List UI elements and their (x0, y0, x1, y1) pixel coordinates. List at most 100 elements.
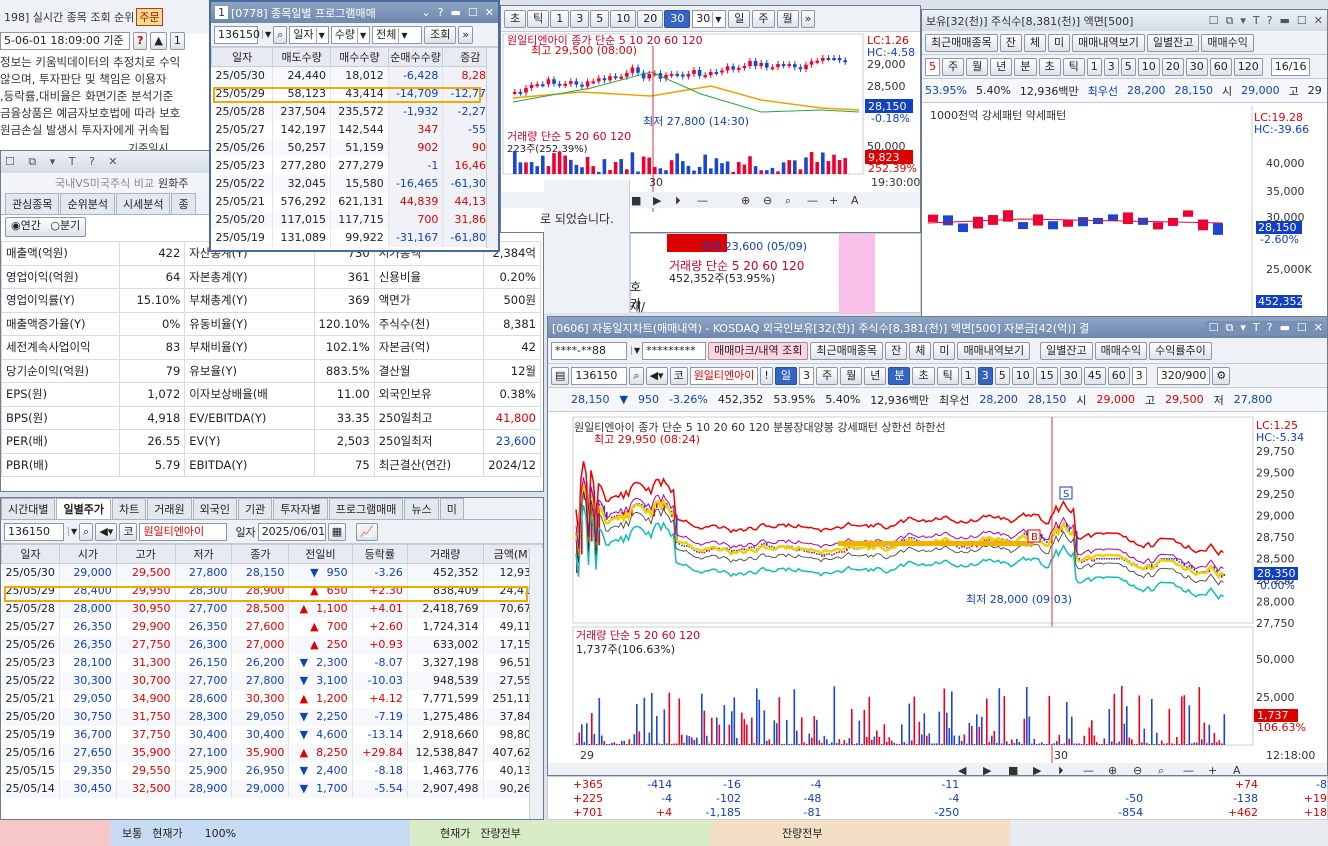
column-header[interactable]: 거래량 (406, 544, 484, 564)
auto-chart-titlebar[interactable]: [0606] 자동일지차트(매매내역) - KOSDAQ 외국인보유[32(천)… (548, 317, 1327, 338)
week-button[interactable]: 주 (752, 9, 775, 28)
table-row[interactable]: 25/05/26 50,257 51,159 902 903 (211, 138, 498, 157)
window-icons[interactable]: ☐ ⧉ ▾ T ? ✕ (5, 155, 123, 169)
tab-price-analysis[interactable]: 시세분석 (115, 193, 171, 214)
column-header[interactable]: 전일비 (288, 544, 353, 564)
num-btn-3[interactable]: 10 (1011, 366, 1034, 385)
interval-button-0[interactable]: 초 (504, 9, 527, 28)
stock-code-input[interactable]: 136150 (571, 366, 628, 385)
speaker-icon[interactable]: ◀▾ (95, 522, 118, 541)
auto-btn-4[interactable]: 미 (933, 341, 956, 360)
search-icon[interactable]: ⌕ (273, 25, 288, 44)
period-radio-group[interactable]: ◉연간 ○분기 (5, 217, 87, 237)
table-row[interactable]: 25/05/30 29,000 29,500 27,800 28,150 ▼ 950 -3.2… (1, 563, 543, 582)
num-btn-1[interactable]: 3 (977, 366, 993, 385)
auto-btn-1[interactable]: 최근매매종목 (810, 341, 884, 360)
program-scrollbar[interactable] (486, 48, 498, 248)
radio-annual-icon[interactable]: ◉ (11, 219, 21, 232)
day-button[interactable]: 일 (774, 366, 797, 385)
nav-icon[interactable]: — (1083, 764, 1094, 776)
table-row[interactable]: 25/05/21 576,292 621,131 44,839 44,139 (211, 192, 498, 211)
nav-icon[interactable]: A (851, 194, 859, 207)
period-btn-4[interactable]: 초 (1038, 57, 1061, 76)
num-btn-5[interactable]: 30 (1059, 366, 1082, 385)
password-input[interactable]: ********* (642, 341, 707, 360)
table-row[interactable]: 25/05/14 30,450 32,500 28,900 29,000 ▼ 1,700 -5… (1, 779, 543, 798)
tab-daily-6[interactable]: 투자자별 (273, 498, 328, 519)
table-row[interactable]: 25/05/30 24,440 18,012 -6,428 8,281 (211, 66, 498, 85)
auto-btn-2[interactable]: 잔 (885, 341, 908, 360)
column-header[interactable]: 매도수량 (272, 47, 332, 67)
scope-select[interactable]: 전체 ▼ (372, 25, 423, 44)
table-row[interactable]: 25/05/23 277,280 277,279 -1 16,464 (211, 156, 498, 175)
tab-daily-0[interactable]: 시간대별 (1, 498, 56, 519)
scroll-icon[interactable]: 1 (169, 32, 185, 50)
nav-icon[interactable]: ◀ (958, 764, 967, 776)
chart-icon[interactable]: 📈 (356, 522, 378, 541)
num-btn-5[interactable]: 30 (1185, 57, 1208, 76)
tab-daily-3[interactable]: 거래원 (147, 498, 192, 519)
month-button[interactable]: 월 (776, 9, 799, 28)
num-btn-4[interactable]: 20 (1161, 57, 1184, 76)
nav-icon[interactable]: ⌕ (785, 194, 791, 207)
column-header[interactable]: 종가 (231, 544, 290, 564)
period-btn-5[interactable]: 틱 (1062, 57, 1085, 76)
right-btn-5[interactable]: 일별잔고 (1146, 33, 1200, 52)
speaker-icon[interactable]: ◀▾ (645, 366, 668, 385)
day-count-input[interactable]: 3 (798, 366, 814, 385)
layout-icon[interactable]: ▤ (551, 366, 570, 385)
more-icon[interactable]: » (800, 9, 816, 28)
auto-btn-0[interactable]: 매매마크/내역 조회 (708, 341, 809, 360)
account-input[interactable]: ****-**88 (551, 341, 627, 360)
interval-button-1[interactable]: 틱 (527, 9, 550, 28)
column-header[interactable]: 매수수량 (330, 47, 389, 67)
right-btn-2[interactable]: 체 (1023, 33, 1046, 52)
interval-button-4[interactable]: 5 (590, 9, 610, 28)
nav-icon[interactable]: — (697, 194, 708, 207)
interval-button-2[interactable]: 1 (550, 9, 570, 28)
period-btn-2[interactable]: 년 (864, 366, 887, 385)
nav-icon[interactable]: + (829, 194, 838, 207)
nav-icon[interactable]: — (807, 194, 818, 207)
radio-quarter-icon[interactable]: ○ (50, 219, 60, 232)
tools-icon[interactable]: ⚙ (1212, 366, 1231, 385)
date-select[interactable]: 일자 ▼ (289, 25, 329, 44)
minimize-icon[interactable]: ▬ (451, 6, 461, 19)
table-row[interactable]: 25/05/15 29,350 29,550 25,900 26,950 ▼ 2,400 -8… (1, 761, 543, 780)
tab-rank-analysis[interactable]: 순위분석 (60, 193, 115, 214)
count-input[interactable]: 3 (1131, 366, 1147, 385)
table-row[interactable]: 25/05/16 27,650 35,900 27,100 35,900 ▲ 8,250 +2… (1, 743, 543, 762)
status-cell[interactable] (0, 820, 110, 846)
right-btn-4[interactable]: 매매내역보기 (1072, 33, 1145, 52)
table-row[interactable]: 25/05/27 26,350 29,900 26,350 27,600 ▲ 700 +2.6… (1, 617, 543, 636)
column-header[interactable]: 순매수수량 (387, 47, 444, 67)
nav-icon[interactable]: — (1183, 764, 1194, 776)
column-header[interactable]: 일자 (211, 47, 274, 67)
num-btn-0[interactable]: 1 (1086, 57, 1102, 76)
status-cell[interactable]: 보통 현재가 100% (110, 820, 410, 846)
num-btn-4[interactable]: 15 (1035, 366, 1058, 385)
order-tab[interactable]: 주문 (136, 8, 163, 26)
period-btn-4[interactable]: 초 (912, 366, 935, 385)
nav-icon[interactable]: ⊖ (763, 194, 772, 207)
interval-button-5[interactable]: 10 (610, 9, 637, 28)
num-btn-2[interactable]: 5 (994, 366, 1010, 385)
realtime-rank-titlebar[interactable]: 198] 실시간 종목 조회 순위 주문 (0, 0, 210, 34)
table-row[interactable]: 25/05/21 29,050 34,900 28,600 30,300 ▲ 1,200 +4… (1, 689, 543, 708)
right-btn-1[interactable]: 잔 (999, 33, 1022, 52)
nav-icon[interactable]: ⊕ (1108, 764, 1117, 776)
quantity-select[interactable]: 수량 ▼ (330, 25, 371, 44)
date-input[interactable]: 2025/06/01 (257, 522, 326, 541)
window-controls[interactable]: ☐ ⧉ ▾ T? ▬ ☐ ✕ (1209, 14, 1323, 28)
close-icon[interactable]: ✕ (485, 6, 494, 19)
maximize-icon[interactable]: ☐ (468, 6, 478, 19)
help-icon[interactable]: ? (438, 6, 444, 19)
daily-scrollbar[interactable] (529, 548, 543, 819)
nav-icon[interactable]: ⏵ (675, 194, 681, 207)
day-button[interactable]: 일 (728, 9, 751, 28)
auto-btn-6[interactable]: 일별잔고 (1040, 341, 1093, 360)
nav-icon[interactable]: ⏵ (1058, 764, 1064, 776)
tab-daily-5[interactable]: 기관 (237, 498, 273, 519)
num-btn-2[interactable]: 5 (1120, 57, 1136, 76)
period-btn-3[interactable]: 분 (1014, 57, 1037, 76)
